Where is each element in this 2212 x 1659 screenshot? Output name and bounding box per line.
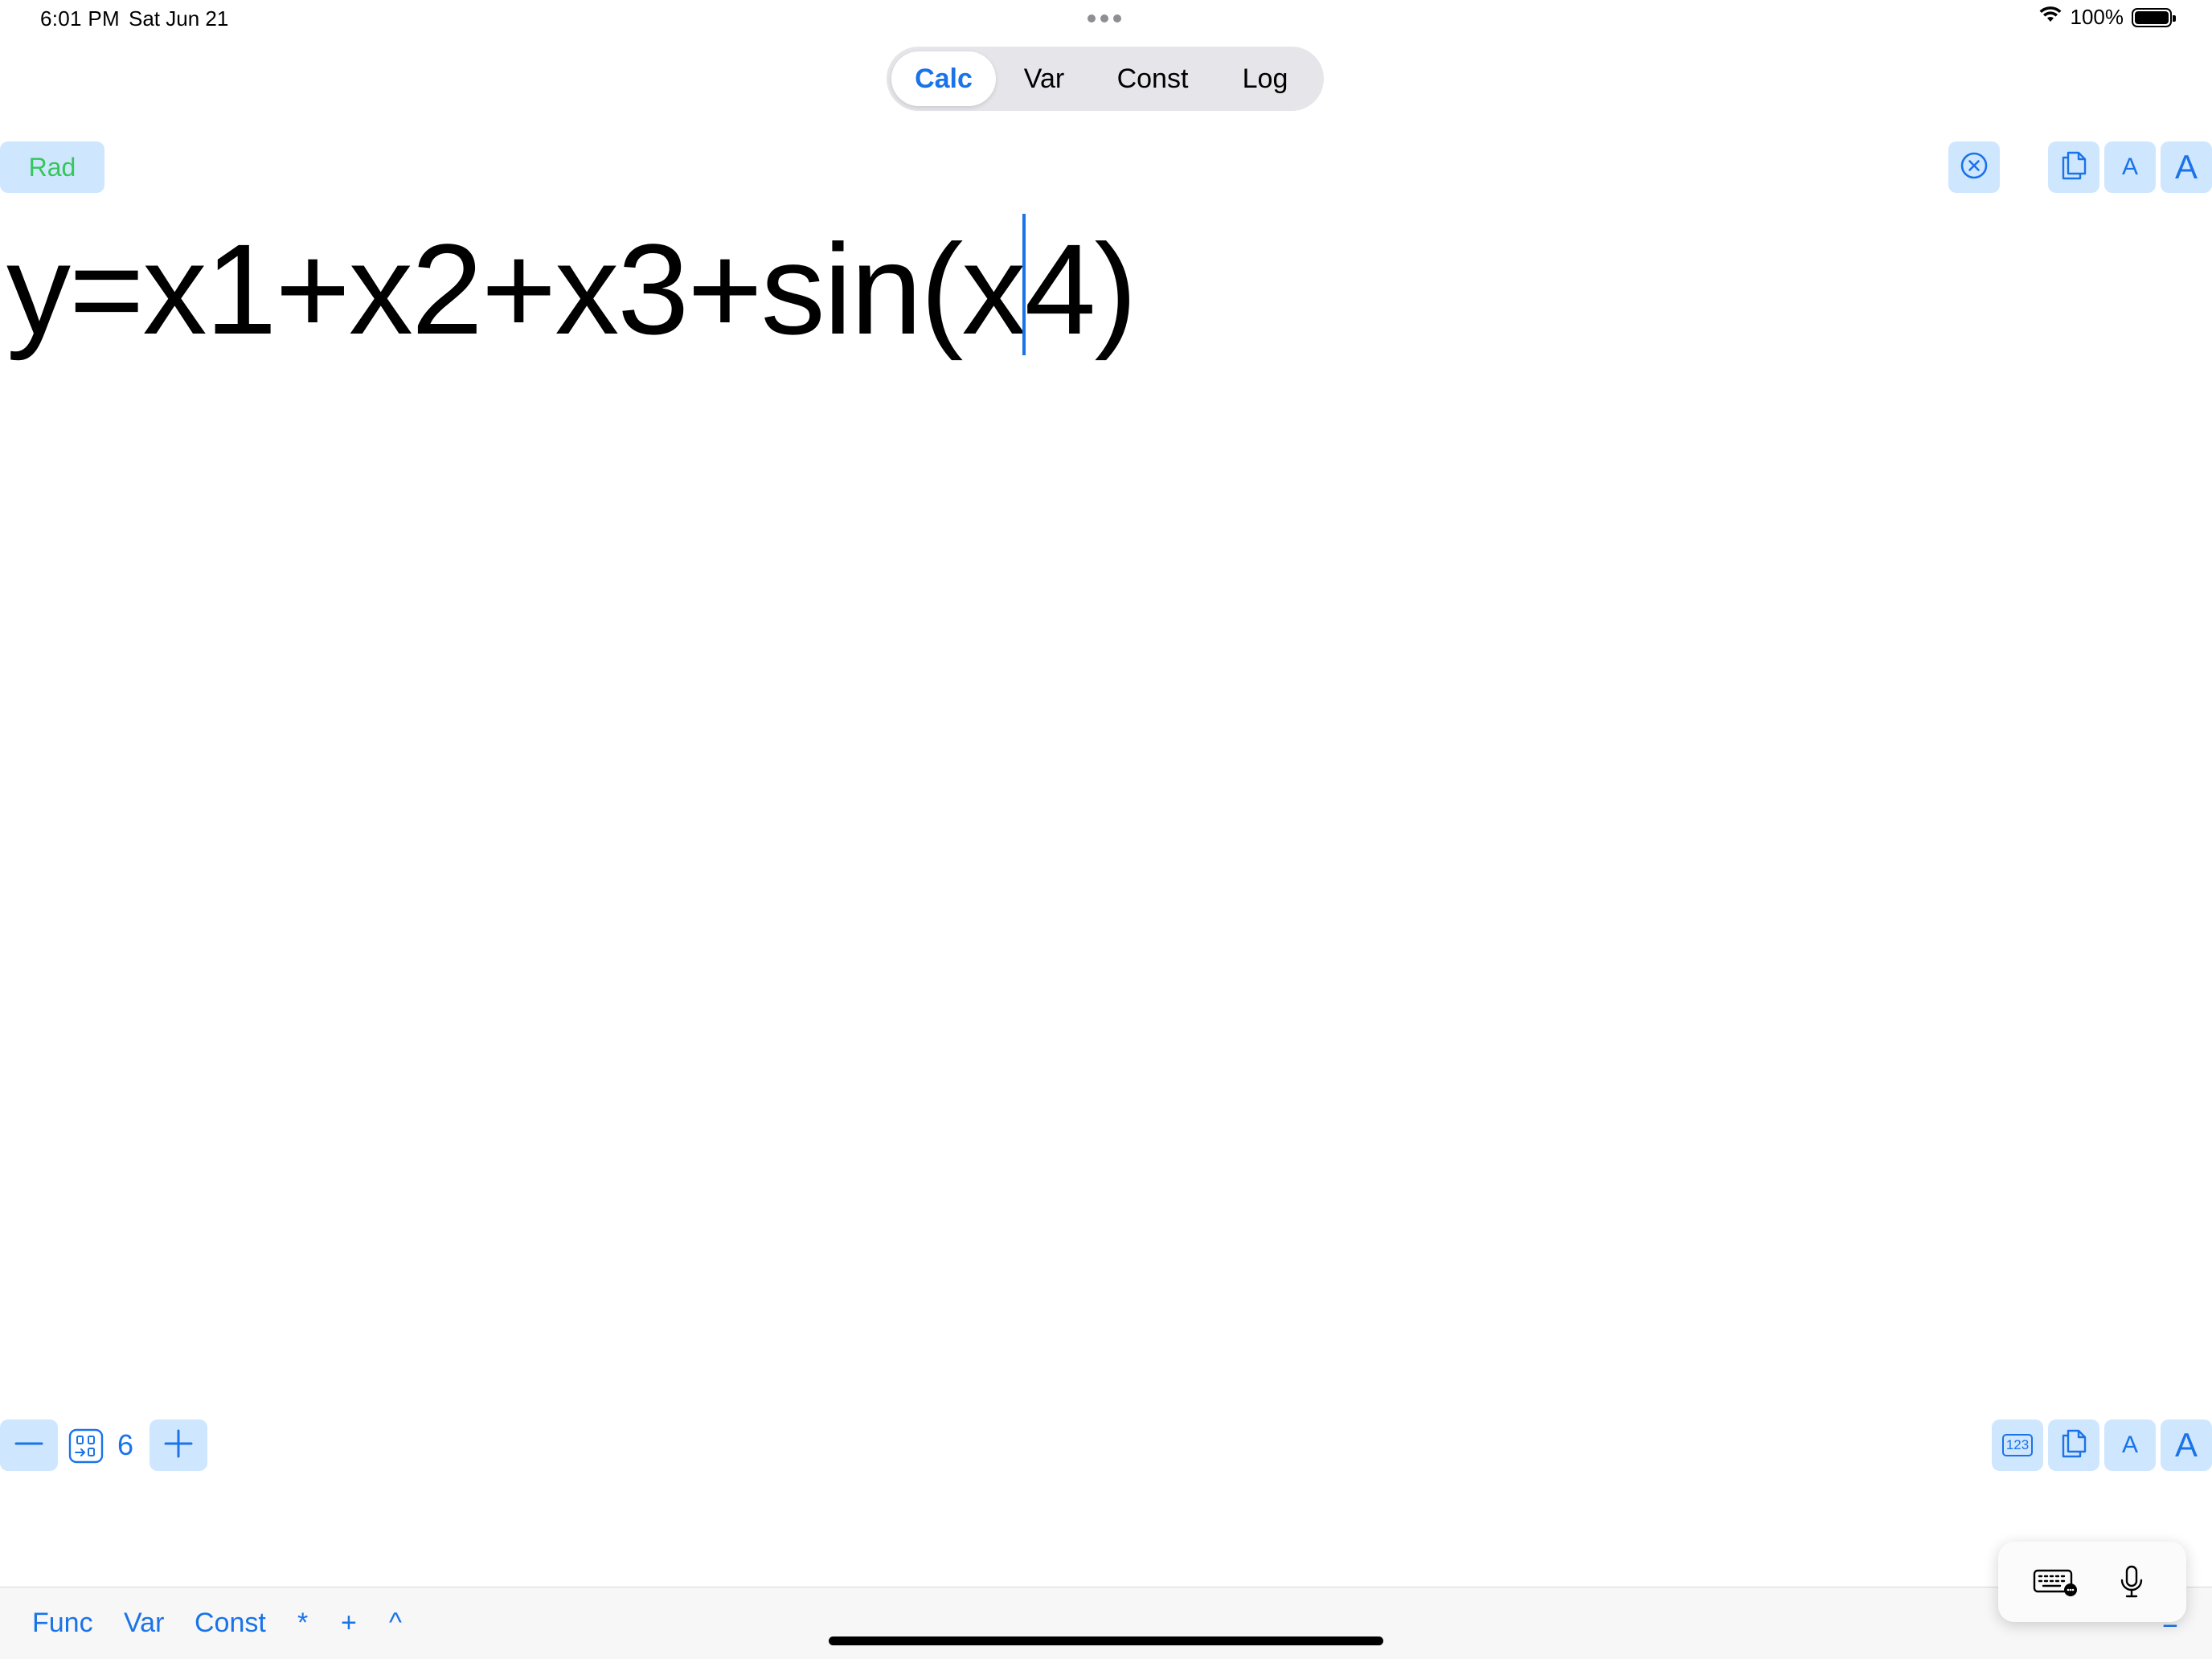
angle-mode-button[interactable]: Rad	[0, 141, 104, 193]
shortcut-const[interactable]: Const	[195, 1608, 266, 1639]
tab-var[interactable]: Var	[996, 51, 1092, 106]
microphone-icon[interactable]	[2108, 1561, 2156, 1603]
wifi-icon	[2038, 5, 2062, 30]
font-small-icon: A	[2121, 1432, 2138, 1458]
copy-icon	[2059, 150, 2088, 186]
clear-button[interactable]	[1948, 141, 2000, 193]
copy-button[interactable]	[2048, 141, 2099, 193]
font-decrease-button[interactable]: A	[2104, 141, 2156, 193]
keyboard-shortcut-bar	[0, 1587, 2212, 1659]
numeric-keypad-icon: 123	[2002, 1434, 2033, 1456]
tab-log[interactable]: Log	[1213, 51, 1317, 106]
result-font-increase-button[interactable]: A	[2161, 1419, 2212, 1471]
copy-icon	[2059, 1428, 2088, 1464]
multitasking-dots-icon[interactable]	[1088, 14, 1121, 23]
font-increase-button[interactable]: A	[2161, 141, 2212, 193]
decrease-precision-button[interactable]	[0, 1419, 58, 1471]
battery-icon	[2132, 7, 2176, 27]
keyboard-icon[interactable]	[2032, 1561, 2080, 1603]
font-large-icon: A	[2174, 148, 2198, 186]
shortcut-var[interactable]: Var	[124, 1608, 164, 1639]
font-small-icon: A	[2121, 154, 2138, 180]
app-screen: 6:01 PM Sat Jun 21 100% Calc Var Const L…	[0, 0, 2212, 1659]
text-cursor	[1022, 214, 1026, 355]
status-right: 100%	[2038, 5, 2176, 30]
tab-const[interactable]: Const	[1092, 51, 1213, 106]
expression-input[interactable]: y=x1+x2+x3+sin(x4)	[6, 217, 1137, 362]
tab-calc[interactable]: Calc	[891, 51, 996, 106]
status-date: Sat Jun 21	[129, 6, 229, 31]
font-large-icon: A	[2174, 1426, 2198, 1464]
mode-tabs: Calc Var Const Log	[887, 47, 1324, 111]
copy-result-button[interactable]	[2048, 1419, 2099, 1471]
numeric-keypad-button[interactable]: 123	[1992, 1419, 2043, 1471]
shortcut-plus[interactable]: +	[341, 1608, 357, 1639]
decimal-places-icon	[68, 1428, 104, 1464]
shortcut-multiply[interactable]: *	[297, 1608, 308, 1639]
result-font-decrease-button[interactable]: A	[2104, 1419, 2156, 1471]
home-indicator	[829, 1636, 1383, 1645]
precision-value: 6	[117, 1428, 134, 1461]
minus-icon	[13, 1428, 45, 1464]
plus-icon	[162, 1428, 195, 1464]
status-time: 6:01 PM	[40, 6, 120, 31]
clear-icon	[1960, 151, 1989, 184]
shortcut-func[interactable]: Func	[32, 1608, 93, 1639]
increase-precision-button[interactable]	[150, 1419, 207, 1471]
battery-percent: 100%	[2070, 5, 2124, 29]
keyboard-dictation-popover	[1998, 1542, 2186, 1622]
numeric-keypad-label: 123	[2005, 1437, 2030, 1452]
shortcut-power[interactable]: ^	[389, 1608, 402, 1639]
